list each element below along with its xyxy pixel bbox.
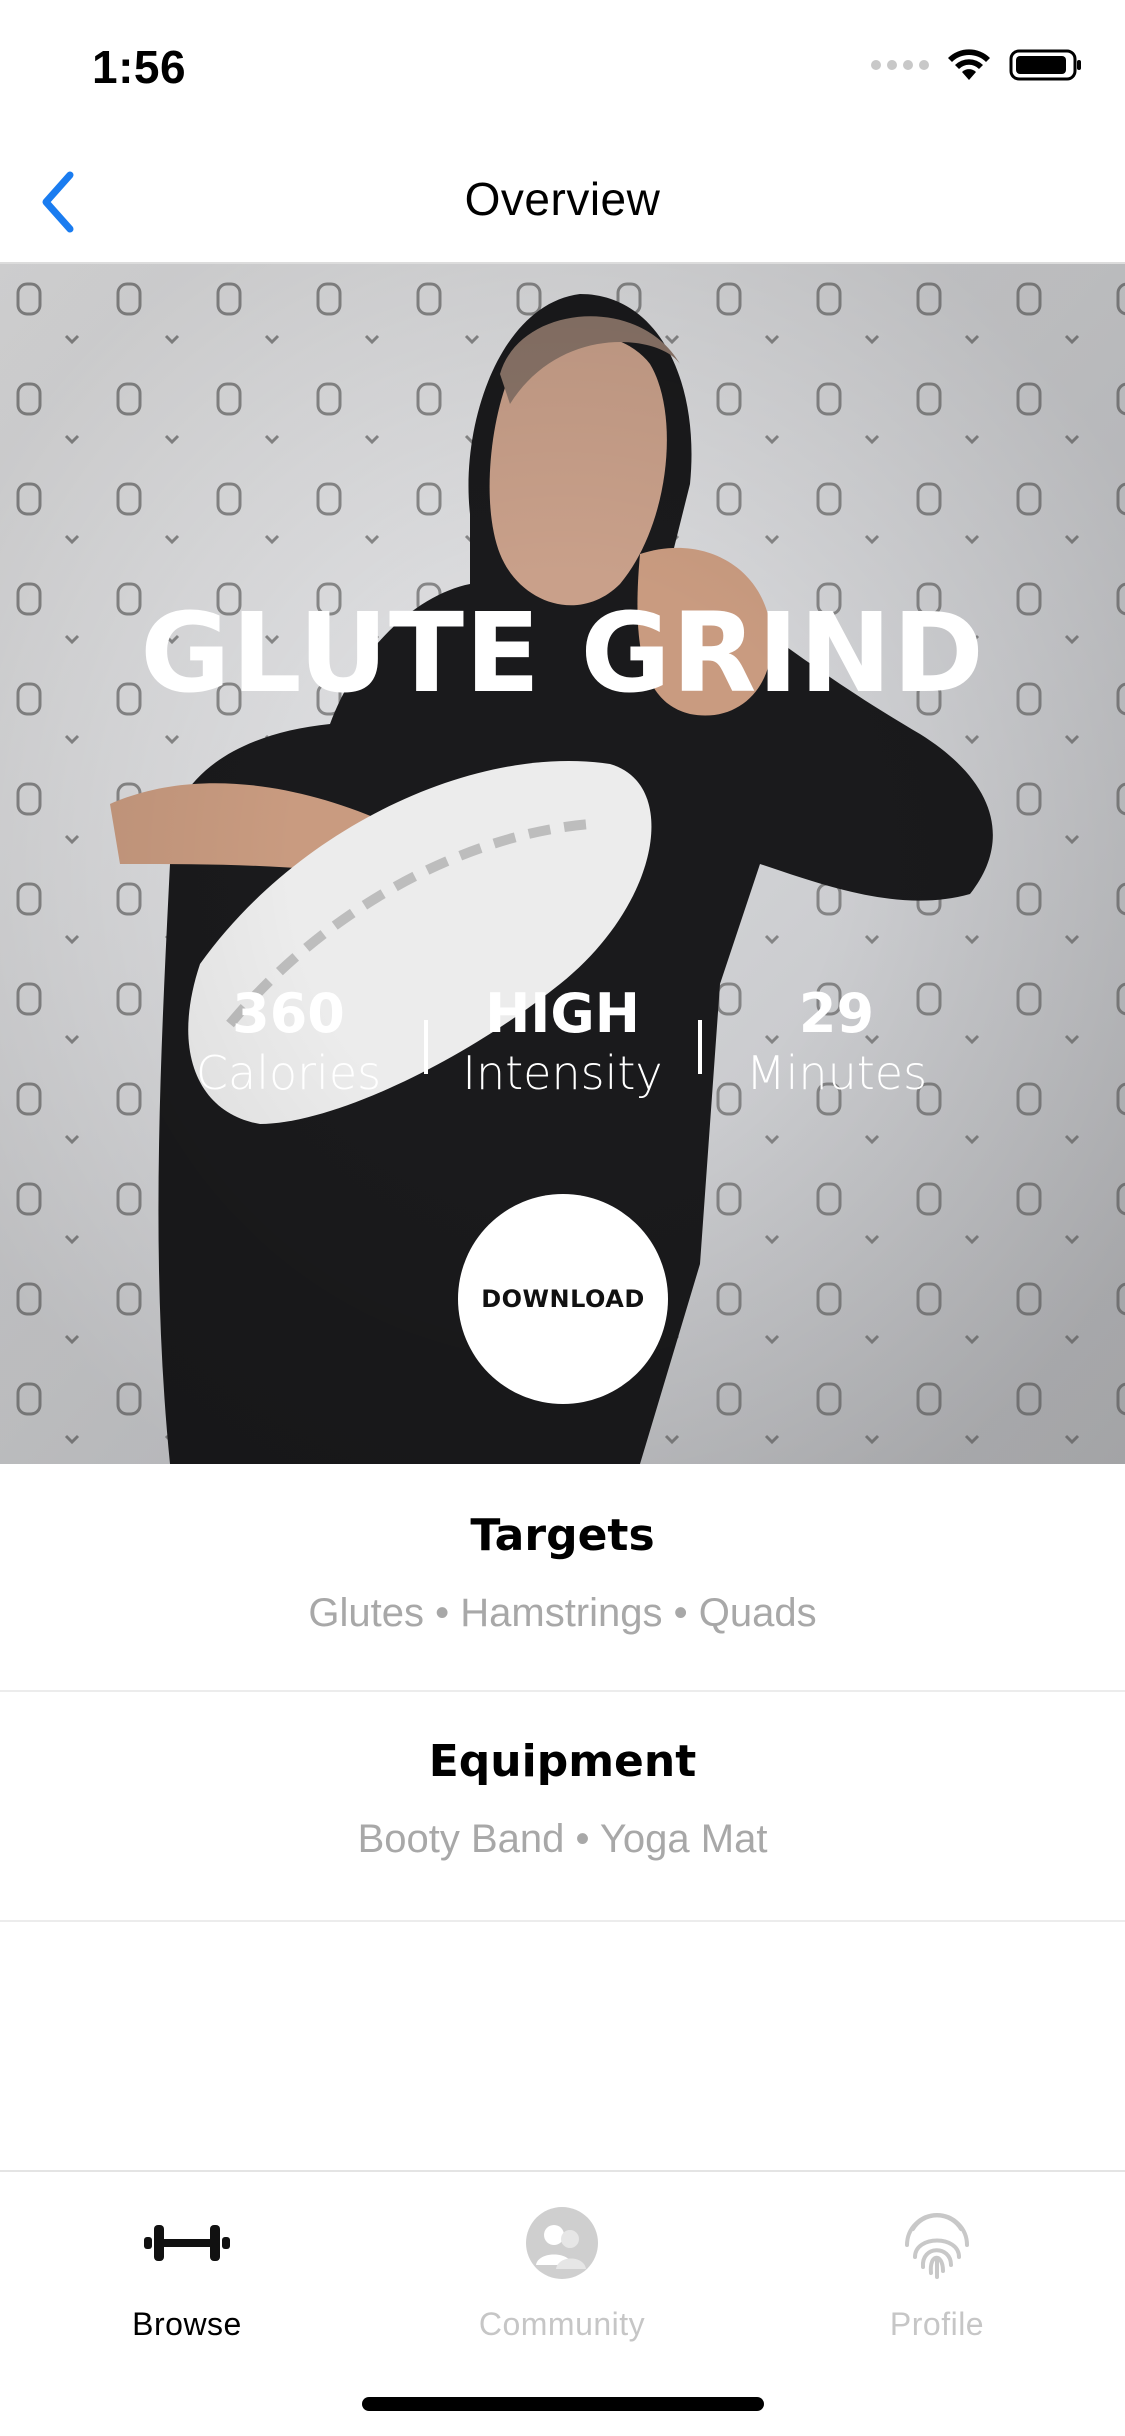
stat-value: 29 — [798, 982, 875, 1045]
equipment-heading: Equipment — [428, 1736, 697, 1787]
tab-label: Browse — [132, 2306, 242, 2342]
tab-community[interactable]: Community — [412, 2198, 712, 2343]
workout-stats: 360 Calories HIGH Intensity 29 Minutes — [0, 984, 1125, 1102]
stat-calories: 360 Calories — [154, 984, 424, 1102]
cellular-signal-icon — [871, 60, 929, 70]
dumbbell-icon — [37, 2198, 337, 2288]
targets-list: Glutes • Hamstrings • Quads — [308, 1591, 817, 1635]
stat-intensity: HIGH Intensity — [428, 984, 698, 1102]
tab-label: Community — [478, 2306, 646, 2342]
tab-profile[interactable]: Profile — [787, 2198, 1087, 2343]
tab-browse[interactable]: Browse — [37, 2198, 337, 2343]
workout-hero: GLUTE GRIND 360 Calories HIGH Intensity … — [0, 264, 1125, 1464]
community-icon — [412, 2198, 712, 2288]
workout-title: GLUTE GRIND — [140, 589, 985, 717]
equipment-section: Equipment Booty Band • Yoga Mat — [0, 1692, 1125, 1922]
status-icons — [871, 48, 1083, 82]
page-title: Overview — [464, 173, 661, 225]
wifi-icon — [948, 49, 990, 80]
navigation-bar: Overview — [0, 140, 1125, 264]
targets-section: Targets Glutes • Hamstrings • Quads — [0, 1464, 1125, 1692]
stat-label: Minutes — [745, 1046, 928, 1100]
fingerprint-icon — [787, 2198, 1087, 2288]
targets-heading: Targets — [470, 1510, 655, 1561]
status-time: 1:56 — [92, 41, 187, 93]
stat-label: Intensity — [462, 1046, 663, 1100]
home-indicator[interactable] — [362, 2397, 764, 2411]
battery-icon — [1009, 49, 1081, 81]
download-button[interactable]: DOWNLOAD — [458, 1194, 668, 1404]
tab-label: Profile — [889, 2306, 985, 2342]
equipment-list: Booty Band • Yoga Mat — [357, 1817, 768, 1861]
stat-minutes: 29 Minutes — [702, 984, 972, 1102]
stat-label: Calories — [195, 1046, 382, 1100]
status-bar: 1:56 — [0, 0, 1125, 140]
stat-value: HIGH — [485, 982, 640, 1045]
stat-value: 360 — [232, 982, 345, 1045]
